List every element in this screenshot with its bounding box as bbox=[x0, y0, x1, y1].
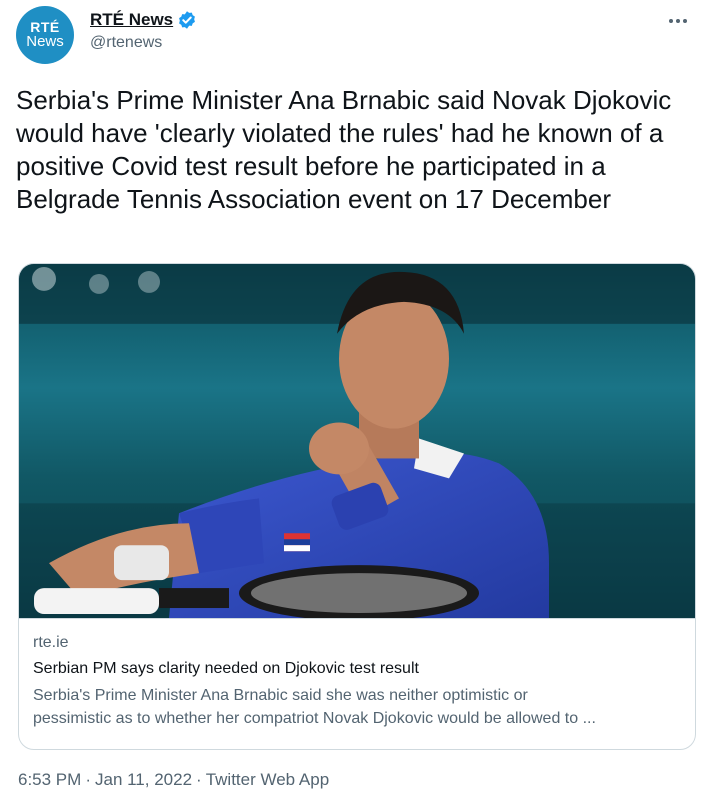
card-meta: rte.ie Serbian PM says clarity needed on… bbox=[33, 634, 681, 730]
display-name[interactable]: RTÉ News bbox=[90, 10, 173, 30]
avatar-line1: RTÉ bbox=[30, 18, 60, 35]
more-options-icon[interactable] bbox=[664, 12, 692, 30]
author-block: RTÉ News @rtenews bbox=[90, 10, 197, 52]
name-row: RTÉ News bbox=[90, 10, 197, 30]
card-domain: rte.ie bbox=[33, 634, 69, 651]
tweet-text: Serbia's Prime Minister Ana Brnabic said… bbox=[16, 85, 672, 214]
tweet-time[interactable]: 6:53 PM bbox=[18, 770, 81, 790]
card-image[interactable] bbox=[19, 264, 695, 619]
link-card[interactable]: rte.ie Serbian PM says clarity needed on… bbox=[18, 263, 696, 750]
avatar[interactable]: RTÉ News bbox=[16, 6, 74, 64]
more-dot bbox=[683, 19, 687, 23]
avatar-line2: News bbox=[26, 33, 64, 51]
separator: · bbox=[85, 770, 91, 789]
tweet-source[interactable]: Twitter Web App bbox=[206, 770, 329, 790]
tweet: RTÉ News RTÉ News @rtenews Serbia's Prim… bbox=[0, 0, 712, 798]
verified-badge-icon bbox=[179, 11, 196, 29]
card-description-line: Serbia's Prime Minister Ana Brnabic said… bbox=[33, 687, 528, 704]
tweet-timestamp: 6:53 PM · Jan 11, 2022 · Twitter Web App bbox=[18, 770, 329, 790]
separator: · bbox=[196, 770, 202, 789]
card-description-line: pessimistic as to whether her compatriot… bbox=[33, 710, 596, 727]
card-title[interactable]: Serbian PM says clarity needed on Djokov… bbox=[33, 660, 681, 678]
more-dot bbox=[669, 19, 673, 23]
card-description: Serbia's Prime Minister Ana Brnabic said… bbox=[33, 684, 681, 730]
handle[interactable]: @rtenews bbox=[90, 34, 197, 52]
more-dot bbox=[676, 19, 680, 23]
tweet-date[interactable]: Jan 11, 2022 bbox=[95, 770, 192, 790]
